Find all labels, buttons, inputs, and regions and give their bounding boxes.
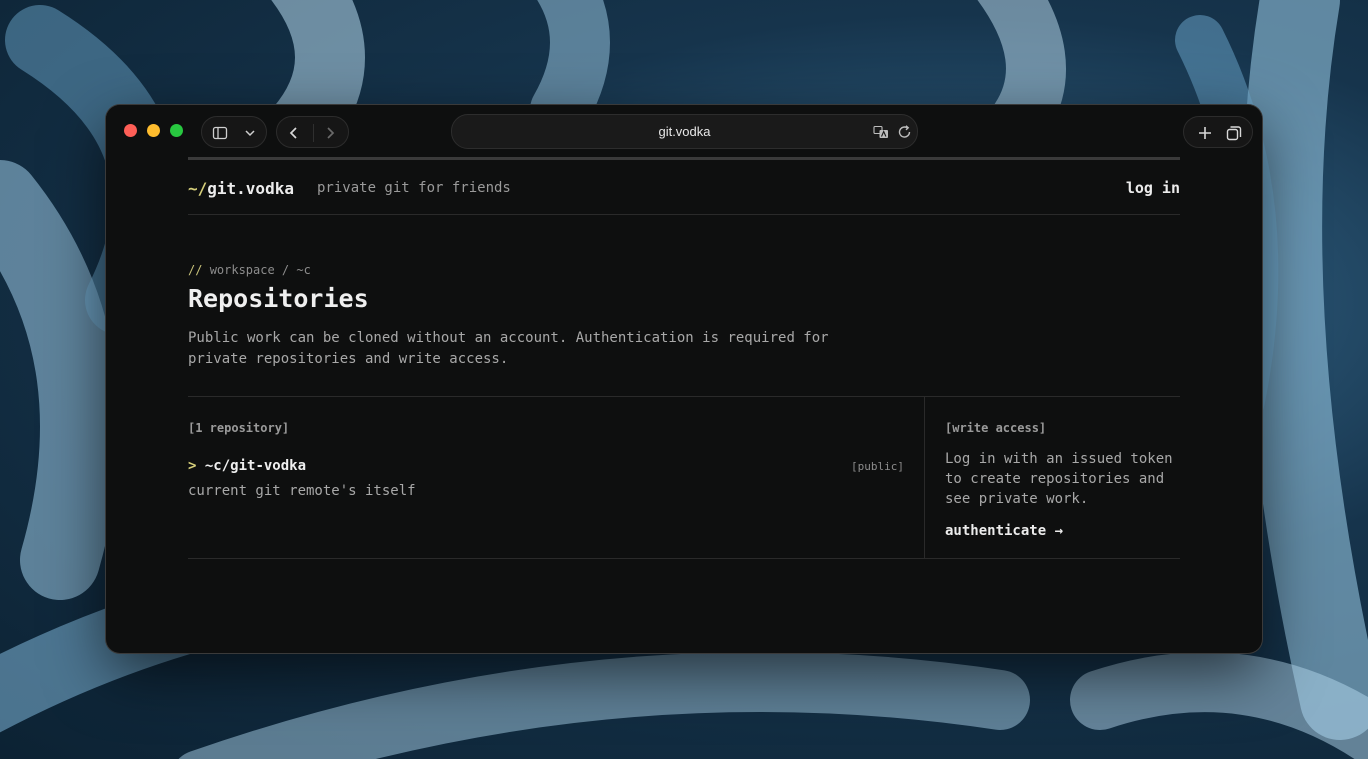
breadcrumb-path: workspace / ~c <box>209 263 311 277</box>
write-access-title: [write access] <box>945 421 1047 435</box>
site-header: ~/git.vodka private git for friends log … <box>188 179 1180 199</box>
repository-caret: > <box>188 458 197 474</box>
tabs-overview-icon[interactable] <box>1226 125 1242 141</box>
write-access-text: Log in with an issued token to create re… <box>945 451 1173 507</box>
address-bar[interactable]: git.vodka <box>451 114 918 149</box>
visibility-badge: [public] <box>851 460 904 473</box>
header-divider <box>188 214 1180 215</box>
navigation-group <box>276 116 349 148</box>
sidebar-toggle-group <box>201 116 267 148</box>
brand-prefix: ~/ <box>188 179 208 198</box>
chevron-left-icon[interactable] <box>286 125 302 141</box>
plus-icon[interactable] <box>1197 125 1213 141</box>
browser-window: git.vodka ~/git.vodka private git for fr… <box>106 105 1262 653</box>
page-description: Public work can be cloned without an acc… <box>188 330 829 367</box>
translate-icon[interactable] <box>873 125 889 139</box>
repository-name-text: ~c/git-vodka <box>204 458 307 474</box>
tabs-group <box>1183 116 1253 148</box>
brand-name: git.vodka <box>207 179 294 198</box>
sidebar-icon[interactable] <box>212 125 228 141</box>
minimize-window-button[interactable] <box>147 124 160 137</box>
column-divider <box>924 397 925 558</box>
chevron-down-icon[interactable] <box>242 125 258 141</box>
browser-toolbar: git.vodka <box>106 105 1262 157</box>
authenticate-link[interactable]: authenticate → <box>945 523 1185 539</box>
breadcrumb: // workspace / ~c <box>188 263 311 277</box>
maximize-window-button[interactable] <box>170 124 183 137</box>
repository-description: current git remote's itself <box>188 483 416 499</box>
chevron-right-icon[interactable] <box>322 125 338 141</box>
section-divider-top <box>188 396 1180 397</box>
nav-divider <box>313 124 314 142</box>
repository-list-item[interactable]: > ~c/git-vodka [public] current git remo… <box>188 458 904 513</box>
top-rule <box>188 157 1180 160</box>
site-tagline: private git for friends <box>317 180 511 196</box>
login-link[interactable]: log in <box>1126 179 1180 197</box>
url-text: git.vodka <box>658 124 711 139</box>
repository-count: [1 repository] <box>188 421 290 435</box>
write-access-panel: [write access] Log in with an issued tok… <box>945 421 1185 539</box>
reload-icon[interactable] <box>897 125 913 139</box>
breadcrumb-marker: // <box>188 263 203 277</box>
site-logo[interactable]: ~/git.vodka <box>188 179 294 198</box>
section-divider-bottom <box>188 558 1180 559</box>
close-window-button[interactable] <box>124 124 137 137</box>
page-title: Repositories <box>188 284 369 313</box>
repository-name[interactable]: > ~c/git-vodka <box>188 458 306 474</box>
